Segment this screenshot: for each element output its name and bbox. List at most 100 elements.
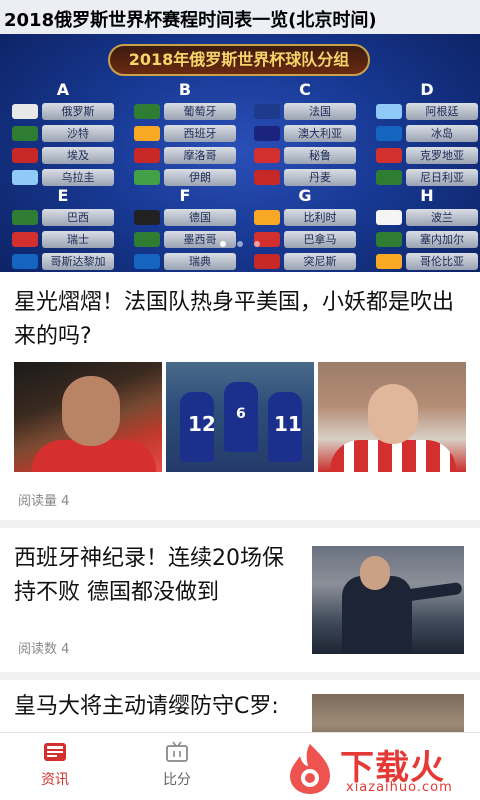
jersey-number: 6 [236, 406, 246, 422]
article-read-count: 阅读数 4 [18, 642, 70, 657]
headline-line: 星光熠熠！法国队热身平美国，小妖都是吹出 [14, 290, 455, 315]
article-image [312, 546, 464, 654]
flag-icon [134, 148, 160, 163]
group-letter: D [420, 80, 434, 99]
flag-icon [254, 104, 280, 119]
team-name: 德国 [164, 209, 236, 226]
team-row: 西班牙 [130, 124, 240, 144]
divider [0, 520, 480, 528]
flag-icon [376, 170, 402, 185]
tv-icon [166, 741, 188, 762]
carousel-dot[interactable] [237, 241, 243, 247]
group-letter: H [420, 186, 434, 205]
watermark-subtitle: xiazaihuo.com [346, 780, 453, 795]
article-image [312, 694, 464, 732]
flag-icon [134, 170, 160, 185]
team-row: 葡萄牙 [130, 102, 240, 122]
group-d: D 阿根廷冰岛克罗地亚尼日利亚 [372, 80, 480, 188]
team-row: 澳大利亚 [250, 124, 360, 144]
group-a: A 俄罗斯沙特埃及乌拉圭 [8, 80, 118, 188]
team-row: 比利时 [250, 208, 360, 228]
group-f: F 德国 墨西哥 瑞典 [130, 186, 240, 272]
article-card[interactable]: 西班牙神纪录！连续20场保 持不败 德国都没做到 阅读数 4 [0, 528, 480, 680]
tab-label: 比分 [163, 772, 191, 788]
flag-icon [12, 148, 38, 163]
flag-icon [12, 170, 38, 185]
flag-icon [254, 148, 280, 163]
banner-caption: 2018俄罗斯世界杯赛程时间表一览(北京时间) [0, 0, 480, 34]
team-name: 埃及 [42, 147, 114, 164]
flag-icon [254, 126, 280, 141]
team-row: 克罗地亚 [372, 146, 480, 166]
team-row: 瑞典 [130, 252, 240, 272]
group-c: C 法国澳大利亚秘鲁丹麦 [250, 80, 360, 188]
group-h: H 波兰 塞内加尔 哥伦比亚 [372, 186, 480, 272]
team-name: 澳大利亚 [284, 125, 356, 142]
team-row: 哥伦比亚 [372, 252, 480, 272]
article-image: 12 6 11 [166, 362, 314, 472]
team-name: 尼日利亚 [406, 169, 478, 186]
article-card[interactable]: 皇马大将主动请缨防守C罗: [0, 680, 480, 732]
team-name: 法国 [284, 103, 356, 120]
article-headline: 西班牙神纪录！连续20场保 持不败 德国都没做到 [14, 542, 294, 610]
team-row: 乌拉圭 [8, 168, 118, 188]
team-name: 葡萄牙 [164, 103, 236, 120]
team-name: 俄罗斯 [42, 103, 114, 120]
team-name: 沙特 [42, 125, 114, 142]
team-name: 瑞典 [164, 253, 236, 270]
group-letter: A [56, 80, 70, 99]
flag-icon [12, 104, 38, 119]
article-headline: 皇马大将主动请缨防守C罗: [14, 690, 304, 724]
team-name: 哥伦比亚 [406, 253, 478, 270]
flag-icon [254, 170, 280, 185]
flag-icon [376, 210, 402, 225]
team-row: 阿根廷 [372, 102, 480, 122]
group-letter: E [57, 186, 69, 205]
headline-line: 来的吗? [14, 324, 92, 349]
flag-icon [12, 254, 38, 269]
flag-icon [134, 210, 160, 225]
carousel-dot[interactable] [219, 241, 226, 247]
article-read-count: 阅读量 4 [18, 494, 70, 509]
team-name: 伊朗 [164, 169, 236, 186]
headline-line: 西班牙神纪录！连续20场保 [14, 546, 284, 571]
team-name: 西班牙 [164, 125, 236, 142]
team-row: 尼日利亚 [372, 168, 480, 188]
divider [0, 672, 480, 680]
article-headline: 星光熠熠！法国队热身平美国，小妖都是吹出 来的吗? [14, 286, 470, 354]
team-name: 冰岛 [406, 125, 478, 142]
banner-image[interactable]: 2018俄罗斯世界杯赛程时间表一览(北京时间) 2018年俄罗斯世界杯球队分组 … [0, 0, 480, 272]
flag-icon [134, 126, 160, 141]
flag-icon [376, 254, 402, 269]
tab-news[interactable]: 资讯 [20, 739, 90, 797]
headline-line: 皇马大将主动请缨防守C罗: [14, 694, 279, 719]
group-e: E 巴西 瑞士 哥斯达黎加 [8, 186, 118, 272]
app-screen: 2018俄罗斯世界杯赛程时间表一览(北京时间) 2018年俄罗斯世界杯球队分组 … [0, 0, 480, 800]
jersey-number: 11 [274, 412, 302, 436]
flag-icon [376, 148, 402, 163]
team-name: 丹麦 [284, 169, 356, 186]
team-name: 哥斯达黎加 [42, 253, 114, 270]
group-g: G 比利时 巴拿马 突尼斯 [250, 186, 360, 272]
article-card[interactable]: 星光熠熠！法国队热身平美国，小妖都是吹出 来的吗? 12 6 11 阅读量 4 [0, 272, 480, 528]
carousel-indicator [0, 232, 480, 247]
group-letter: G [298, 186, 312, 205]
group-b: B 葡萄牙 西班牙 摩洛哥 伊朗 [130, 80, 240, 188]
team-row: 沙特 [8, 124, 118, 144]
flame-icon [290, 744, 330, 794]
watermark-logo: 下载火 xiazaihuo.com [282, 738, 478, 798]
flag-icon [12, 210, 38, 225]
jersey-number: 12 [188, 412, 216, 436]
tab-score[interactable]: 比分 [142, 739, 212, 797]
team-name: 秘鲁 [284, 147, 356, 164]
team-row: 俄罗斯 [8, 102, 118, 122]
team-row: 埃及 [8, 146, 118, 166]
headline-line: 持不败 德国都没做到 [14, 580, 219, 605]
team-name: 巴西 [42, 209, 114, 226]
team-name: 克罗地亚 [406, 147, 478, 164]
group-letter: C [299, 80, 311, 99]
flag-icon [376, 126, 402, 141]
news-icon [44, 743, 66, 761]
flag-icon [376, 104, 402, 119]
team-name: 比利时 [284, 209, 356, 226]
